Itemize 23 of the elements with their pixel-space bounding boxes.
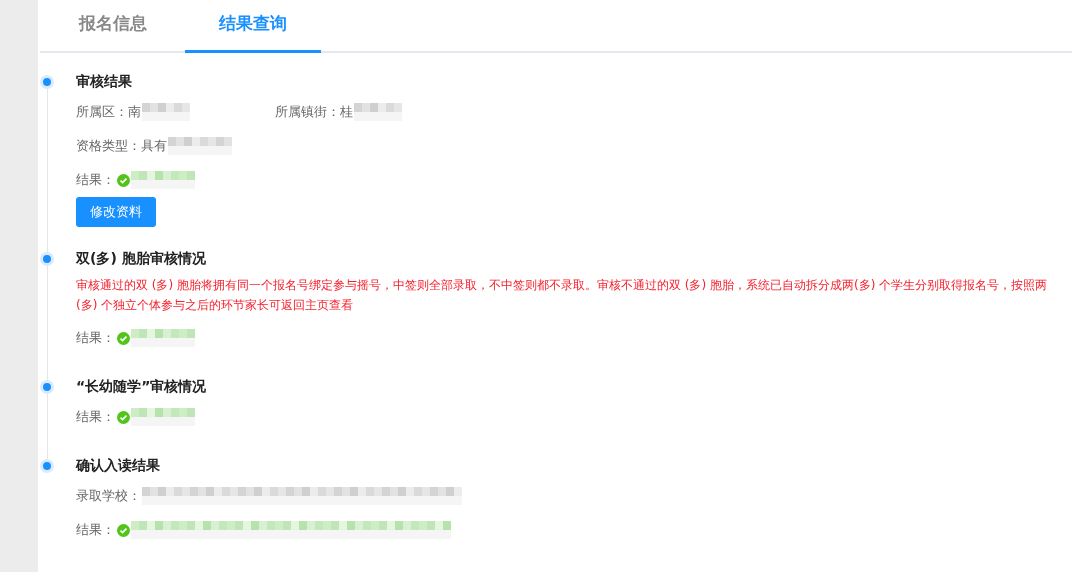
field-label: 结果：: [76, 408, 115, 426]
section-title: “长幼随学”审核情况: [76, 377, 208, 395]
field-label: 录取学校：: [76, 487, 141, 505]
field-value: 具有: [141, 137, 167, 155]
field-value: 桂: [340, 103, 353, 121]
field-label: 所属镇街：: [275, 103, 340, 121]
section-title: 审核结果: [76, 72, 133, 90]
timeline-dot: [40, 459, 54, 473]
tab[interactable]: 报名信息: [40, 0, 185, 53]
field-value: 南: [128, 103, 141, 121]
section-title: 确认入读结果: [76, 456, 161, 474]
timeline-dot: [40, 252, 54, 266]
timeline-dot: [40, 380, 54, 394]
section-title: 双(多) 胞胎审核情况: [76, 249, 207, 267]
timeline-dot: [40, 75, 54, 89]
field-label: 结果：: [76, 521, 115, 539]
field-label: 资格类型：: [76, 137, 141, 155]
field-label: 结果：: [76, 171, 115, 189]
notice-text: 审核通过的双 (多) 胞胎将拥有同一个报名号绑定参与摇号，中签则全部录取，不中签则都不录取。审核不通过的双 (多) 胞胎，系统已自动拆分成两(多) 个学生分别取得报名号，按照两(多) 个独立个体参与之后的环节家长可返回主页查看: [76, 277, 1049, 314]
edit-info-button[interactable]: 修改资料: [76, 197, 156, 227]
field-label: 结果：: [76, 329, 115, 347]
tab[interactable]: 结果查询: [185, 0, 321, 53]
field-label: 所属区：: [76, 103, 128, 121]
